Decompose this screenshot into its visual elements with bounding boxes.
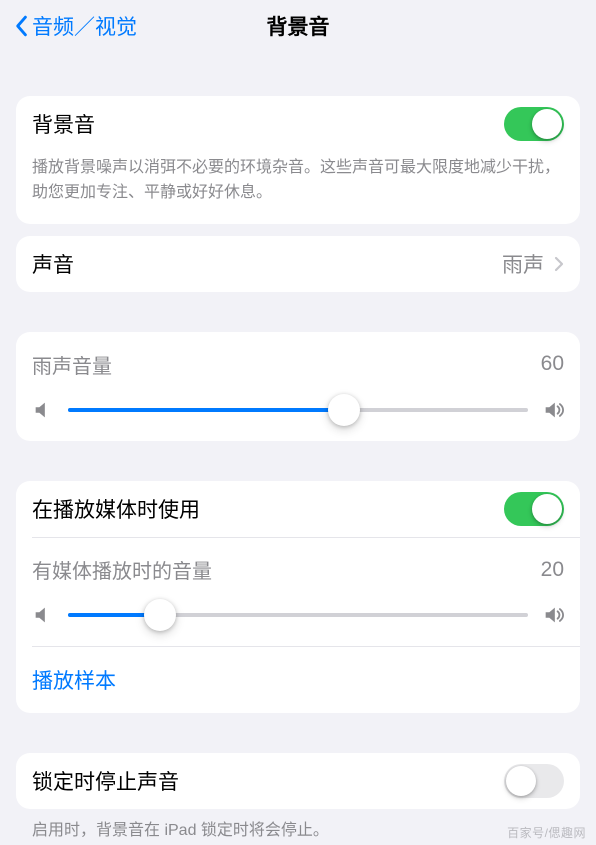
sound-label: 声音 [32, 249, 502, 279]
rain-volume-label: 雨声音量 [32, 350, 112, 379]
sound-picker-row[interactable]: 声音 雨声 [16, 236, 580, 292]
group-sound: 声音 雨声 [16, 236, 580, 292]
back-button[interactable]: 音频／视觉 [12, 11, 137, 41]
stop-on-lock-label: 锁定时停止声音 [32, 766, 504, 796]
volume-high-icon [542, 399, 564, 421]
slider-fill [68, 408, 344, 412]
stop-on-lock-footer: 启用时，背景音在 iPad 锁定时将会停止。 [16, 809, 580, 843]
background-sound-switch[interactable] [504, 107, 564, 141]
volume-high-icon [542, 604, 564, 626]
background-sound-toggle-row[interactable]: 背景音 [16, 96, 580, 152]
stop-on-lock-row[interactable]: 锁定时停止声音 [16, 753, 580, 809]
rain-volume-slider[interactable] [68, 408, 528, 412]
chevron-left-icon [12, 12, 30, 40]
group-lock: 锁定时停止声音 [16, 753, 580, 809]
group-volume: 雨声音量 60 [16, 332, 580, 441]
background-sound-label: 背景音 [32, 109, 504, 139]
background-sound-description: 播放背景噪声以消弭不必要的环境杂音。这些声音可最大限度地减少干扰，助您更加专注、… [16, 152, 580, 224]
slider-thumb[interactable] [328, 394, 360, 426]
sound-value: 雨声 [502, 249, 544, 279]
media-volume-label: 有媒体播放时的音量 [32, 555, 212, 584]
nav-bar: 音频／视觉 背景音 [0, 0, 596, 52]
group-main: 背景音 播放背景噪声以消弭不必要的环境杂音。这些声音可最大限度地减少干扰，助您更… [16, 96, 580, 224]
rain-volume-block: 雨声音量 60 [16, 332, 580, 441]
volume-low-icon [32, 399, 54, 421]
media-volume-block: 有媒体播放时的音量 20 [16, 537, 580, 646]
media-volume-value: 20 [541, 558, 564, 582]
group-media: 在播放媒体时使用 有媒体播放时的音量 20 播放样本 [16, 481, 580, 713]
watermark: 百家号/偲趣网 [507, 824, 586, 841]
stop-on-lock-switch[interactable] [504, 764, 564, 798]
use-with-media-switch[interactable] [504, 492, 564, 526]
chevron-right-icon [554, 256, 564, 272]
play-sample-button[interactable]: 播放样本 [16, 647, 580, 713]
use-with-media-label: 在播放媒体时使用 [32, 494, 504, 524]
rain-volume-value: 60 [541, 352, 564, 376]
back-label: 音频／视觉 [32, 11, 137, 41]
slider-thumb[interactable] [144, 599, 176, 631]
volume-low-icon [32, 604, 54, 626]
media-volume-slider[interactable] [68, 613, 528, 617]
use-with-media-row[interactable]: 在播放媒体时使用 [16, 481, 580, 537]
